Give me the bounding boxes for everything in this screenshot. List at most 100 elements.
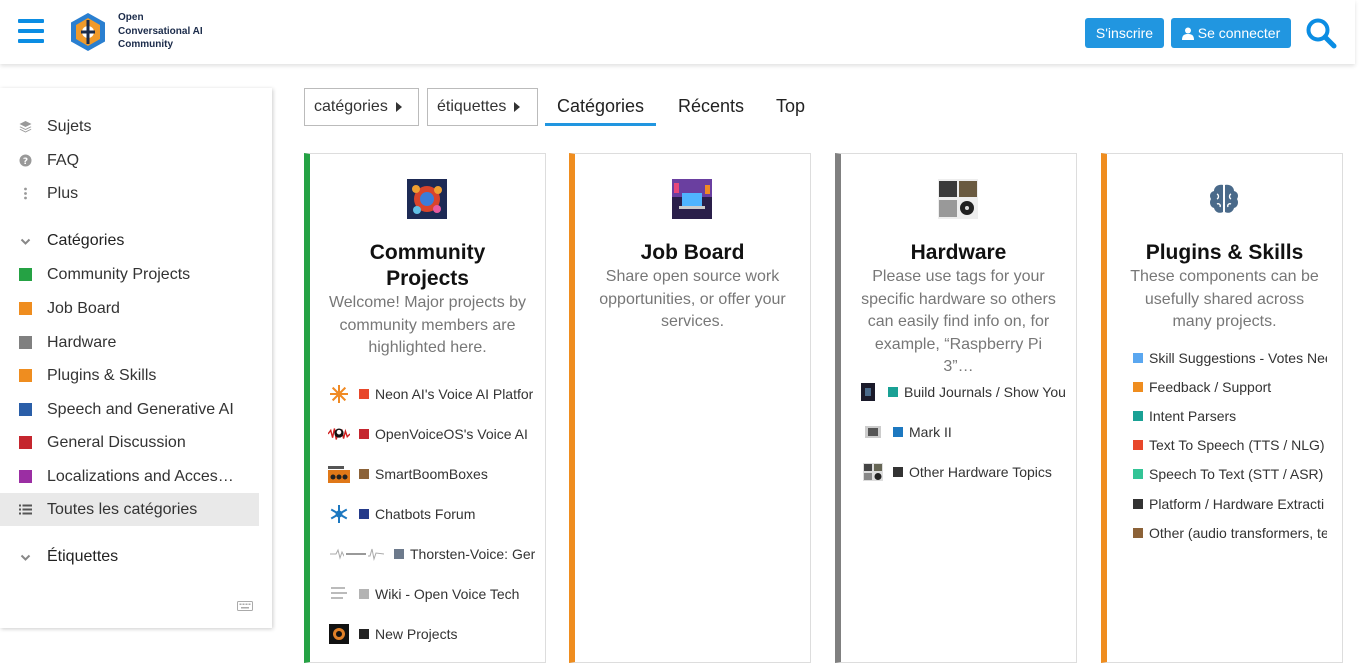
new-projects-logo-icon [328, 623, 350, 645]
openvoiceos-logo-icon [328, 423, 350, 445]
subcategory-color-swatch [1133, 528, 1143, 538]
subcategory-color-swatch [1133, 382, 1143, 392]
subcategory-item[interactable]: Thorsten-Voice: Ger [310, 541, 548, 567]
subcategory-color-swatch [888, 387, 898, 397]
subcategory-item[interactable]: Text To Speech (TTS / NLG) [1107, 434, 1327, 456]
tab-recent[interactable]: Récents [678, 96, 744, 126]
hamburger-menu-icon[interactable] [18, 19, 44, 43]
tab-categories[interactable]: Catégories [545, 96, 657, 126]
subcategory-item[interactable]: Platform / Hardware Extracti [1107, 493, 1327, 515]
sidebar-category-hardware[interactable]: Hardware [0, 326, 259, 359]
subcategory-item[interactable]: Other (audio transformers, te [1107, 522, 1327, 544]
list-icon [0, 504, 47, 515]
subcategory-color-swatch [1133, 469, 1143, 479]
caret-right-icon [514, 102, 521, 112]
chevron-down-icon [0, 236, 47, 247]
category-color-swatch [18, 470, 32, 483]
sidebar-categories-toggle[interactable]: Catégories [0, 226, 124, 256]
sidebar-tags-toggle[interactable]: Étiquettes [0, 542, 118, 572]
subcategory-item[interactable]: Build Journals / Show You [841, 379, 1079, 405]
subcategory-color-swatch [893, 467, 903, 477]
category-logo-image [407, 179, 447, 219]
category-card-job-board[interactable]: Job Board Share open source work opportu… [569, 153, 811, 663]
sidebar-all-categories[interactable]: Toutes les catégories [0, 493, 259, 526]
mark-ii-thumb-icon [862, 421, 884, 443]
question-icon: ? [0, 154, 47, 167]
sidebar-category-speech-generative-ai[interactable]: Speech and Generative AI [0, 393, 259, 426]
wiki-logo-icon [328, 583, 350, 605]
category-logo-image [672, 179, 712, 219]
subcategory-item[interactable]: SmartBoomBoxes [310, 461, 548, 487]
sidebar-item-faq[interactable]: ? FAQ [0, 144, 259, 177]
chevron-down-icon [0, 552, 47, 563]
smartboomboxes-logo-icon [328, 463, 350, 485]
subcategory-item[interactable]: Other Hardware Topics [841, 459, 1079, 485]
sidebar-item-topics[interactable]: Sujets [0, 110, 259, 143]
subcategory-color-swatch [1133, 411, 1143, 421]
sidebar-item-more[interactable]: Plus [0, 177, 259, 210]
subcategory-color-swatch [1133, 499, 1143, 509]
subcategory-color-swatch [394, 549, 404, 559]
subcategory-item[interactable]: Wiki - Open Voice Tech [310, 581, 548, 607]
sidebar-category-plugins-skills[interactable]: Plugins & Skills [0, 359, 259, 392]
subcategory-color-swatch [1133, 353, 1143, 363]
logo-text[interactable]: Open Conversational AI Community [118, 11, 228, 52]
keyboard-shortcuts-icon[interactable] [237, 600, 253, 614]
subcategory-color-swatch [359, 469, 369, 479]
subcategory-color-swatch [1133, 440, 1143, 450]
category-color-swatch [18, 369, 32, 382]
sidebar-category-job-board[interactable]: Job Board [0, 292, 259, 325]
category-color-swatch [18, 302, 32, 315]
caret-right-icon [395, 102, 402, 112]
categories-dropdown[interactable]: catégories [304, 88, 419, 126]
neon-logo-icon [328, 383, 350, 405]
subcategory-color-swatch [359, 589, 369, 599]
tags-dropdown[interactable]: étiquettes [427, 88, 538, 126]
subcategory-item[interactable]: OpenVoiceOS's Voice AI [310, 421, 548, 447]
signup-button[interactable]: S'inscrire [1085, 18, 1164, 48]
subcategory-color-swatch [359, 629, 369, 639]
sidebar-category-localizations[interactable]: Localizations and Acces… [0, 460, 259, 493]
subcategory-item[interactable]: Chatbots Forum [310, 501, 548, 527]
category-card-community-projects[interactable]: Community Projects Welcome! Major projec… [304, 153, 546, 663]
category-color-swatch [18, 268, 32, 281]
category-color-swatch [18, 436, 32, 449]
category-description: Welcome! Major projects by community mem… [328, 294, 527, 356]
subcategory-item[interactable]: Neon AI's Voice AI Platfor [310, 381, 548, 407]
subcategory-color-swatch [359, 429, 369, 439]
category-title[interactable]: Community Projects [310, 240, 545, 292]
subcategory-item[interactable]: Mark II [841, 419, 1079, 445]
search-icon[interactable] [1305, 17, 1337, 49]
subcategory-item[interactable]: Skill Suggestions - Votes Nee [1107, 347, 1327, 369]
sidebar-category-community-projects[interactable]: Community Projects [0, 258, 259, 291]
category-title[interactable]: Hardware [841, 240, 1076, 266]
build-journals-thumb-icon [857, 381, 879, 403]
site-header: Open Conversational AI Community S'inscr… [0, 0, 1355, 64]
layers-icon [0, 120, 47, 133]
sidebar: Sujets ? FAQ Plus Catégories Community P… [0, 88, 272, 628]
brain-icon [1204, 179, 1244, 219]
subcategory-color-swatch [359, 389, 369, 399]
category-card-plugins-skills[interactable]: Plugins & Skills These components can be… [1101, 153, 1343, 663]
subcategory-color-swatch [893, 427, 903, 437]
subcategory-item[interactable]: Feedback / Support [1107, 376, 1327, 398]
category-color-swatch [18, 403, 32, 416]
category-description: Please use tags for your specific hardwa… [861, 268, 1056, 375]
category-description: These components can be usefully shared … [1130, 268, 1319, 330]
user-icon [1181, 27, 1194, 40]
sidebar-category-general-discussion[interactable]: General Discussion [0, 426, 259, 459]
category-color-swatch [18, 336, 32, 349]
category-card-hardware[interactable]: Hardware Please use tags for your specif… [835, 153, 1077, 663]
tab-top[interactable]: Top [776, 96, 805, 126]
category-description: Share open source work opportunities, or… [599, 268, 786, 330]
vertical-ellipsis-icon [0, 187, 47, 200]
site-logo-icon[interactable] [68, 12, 108, 52]
other-hardware-thumb-icon [862, 461, 884, 483]
category-title[interactable]: Job Board [575, 240, 810, 266]
subcategory-item[interactable]: New Projects [310, 621, 548, 647]
chatbots-logo-icon [328, 503, 350, 525]
subcategory-item[interactable]: Intent Parsers [1107, 405, 1327, 427]
subcategory-item[interactable]: Speech To Text (STT / ASR) [1107, 463, 1327, 485]
category-title[interactable]: Plugins & Skills [1107, 240, 1342, 266]
login-button[interactable]: Se connecter [1171, 18, 1291, 48]
